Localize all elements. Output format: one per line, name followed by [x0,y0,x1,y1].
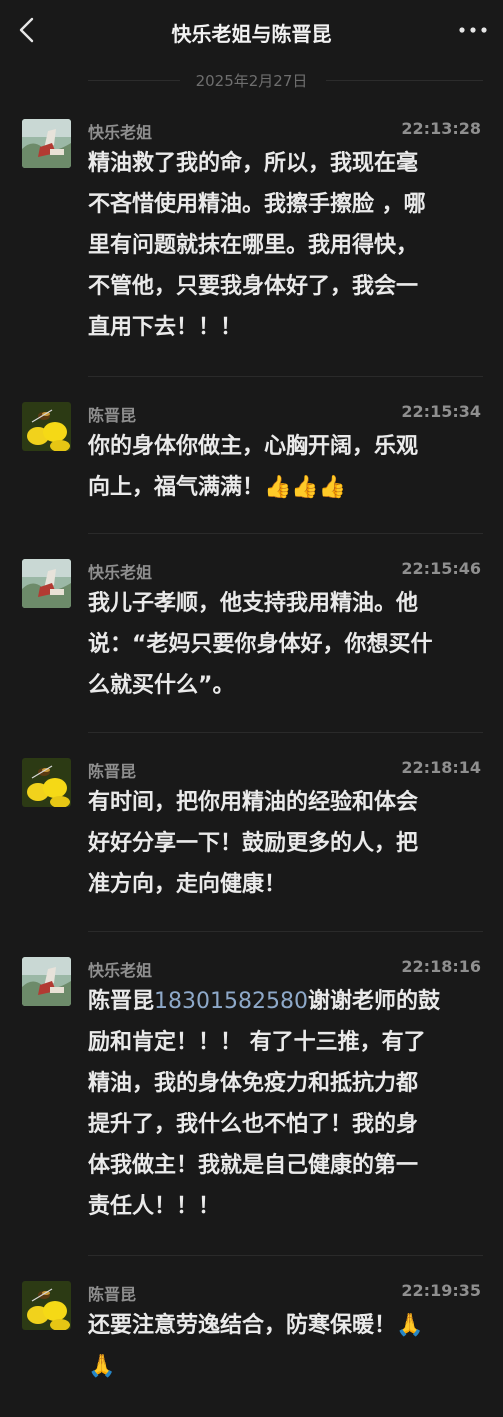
sender-name: 快乐老姐 [88,123,153,142]
message-line: 体我做主！我就是自己健康的第一 [88,1153,419,1178]
divider-line-right [326,80,483,81]
message-line: 提升了，我什么也不怕了！我的身 [88,1112,419,1137]
message-line: 责任人！！！ [88,1194,221,1219]
message-line: 🙏 [88,1354,116,1379]
message-time: 22:15:34 [401,402,481,421]
message-line: 准方向，走向健康！ [88,872,287,897]
message-text[interactable]: 你的身体你做主，心胸开阔，乐观 向上，福气满满！👍👍👍 [88,426,483,508]
message-line: 还要注意劳逸结合，防寒保暖！🙏 [88,1313,424,1338]
flower-bee-avatar-icon[interactable] [22,402,71,451]
message-text[interactable]: 还要注意劳逸结合，防寒保暖！🙏 🙏 [88,1305,483,1387]
sender-name: 陈晋昆 [88,1285,137,1304]
phone-link[interactable]: 18301582580 [154,989,308,1014]
message-separator [88,931,483,932]
message-line: 里有问题就抹在哪里。我用得快， [88,233,419,258]
message-line: 好好分享一下！鼓励更多的人，把 [88,831,419,856]
message-line: 么就买什么”。 [88,673,235,698]
message-separator [88,376,483,377]
chat-title: 快乐老姐与陈晋昆 [171,22,332,46]
sender-name: 快乐老姐 [88,563,153,582]
message-line: 向上，福气满满！👍👍👍 [88,475,347,500]
message-text[interactable]: 陈晋昆18301582580谢谢老师的鼓 励和肯定！！！ 有了十三推，有了 精油… [88,981,483,1227]
sender-name: 陈晋昆 [88,406,137,425]
message-separator [88,533,483,534]
message-line: 精油救了我的命，所以，我现在毫 [88,151,419,176]
message-line: 直用下去！！！ [88,315,243,340]
flower-bee-avatar-icon[interactable] [22,1281,71,1330]
message-time: 22:18:14 [401,758,481,777]
landscape-avatar-icon[interactable] [22,559,71,608]
message-line: 不管他，只要我身体好了，我会一 [88,274,419,299]
message-time: 22:18:16 [401,957,481,976]
message-line: 说：“老妈只要你身体好，你想买什 [88,632,433,657]
message-separator [88,732,483,733]
more-options-icon[interactable] [457,14,489,46]
message-line: 陈晋昆18301582580谢谢老师的鼓 [88,981,483,1022]
message-separator [88,1255,483,1256]
flower-bee-avatar-icon[interactable] [22,758,71,807]
message-time: 22:15:46 [401,559,481,578]
message-text[interactable]: 有时间，把你用精油的经验和体会 好好分享一下！鼓励更多的人，把 准方向，走向健康… [88,782,483,905]
message-time: 22:13:28 [401,119,481,138]
landscape-avatar-icon[interactable] [22,957,71,1006]
message-line: 你的身体你做主，心胸开阔，乐观 [88,434,419,459]
sender-name: 快乐老姐 [88,961,153,980]
message-line: 励和肯定！！！ 有了十三推，有了 [88,1030,426,1055]
message-line: 不吝惜使用精油。我擦手擦脸 ，哪 [88,192,426,217]
sender-name: 陈晋昆 [88,762,137,781]
message-time: 22:19:35 [401,1281,481,1300]
message-line: 有时间，把你用精油的经验和体会 [88,790,419,815]
landscape-avatar-icon[interactable] [22,119,71,168]
message-text[interactable]: 精油救了我的命，所以，我现在毫 不吝惜使用精油。我擦手擦脸 ，哪 里有问题就抹在… [88,143,483,348]
message-line: 我儿子孝顺，他支持我用精油。他 [88,591,419,616]
top-bar: 快乐老姐与陈晋昆 [0,0,503,62]
date-divider: 2025年2月27日 [0,68,503,94]
message-line: 精油，我的身体免疫力和抵抗力都 [88,1071,419,1096]
mention-text: 陈晋昆 [88,989,155,1014]
message-text[interactable]: 我儿子孝顺，他支持我用精油。他 说：“老妈只要你身体好，你想买什 么就买什么”。 [88,583,483,706]
message-text-segment: 谢谢老师的鼓 [307,989,440,1014]
